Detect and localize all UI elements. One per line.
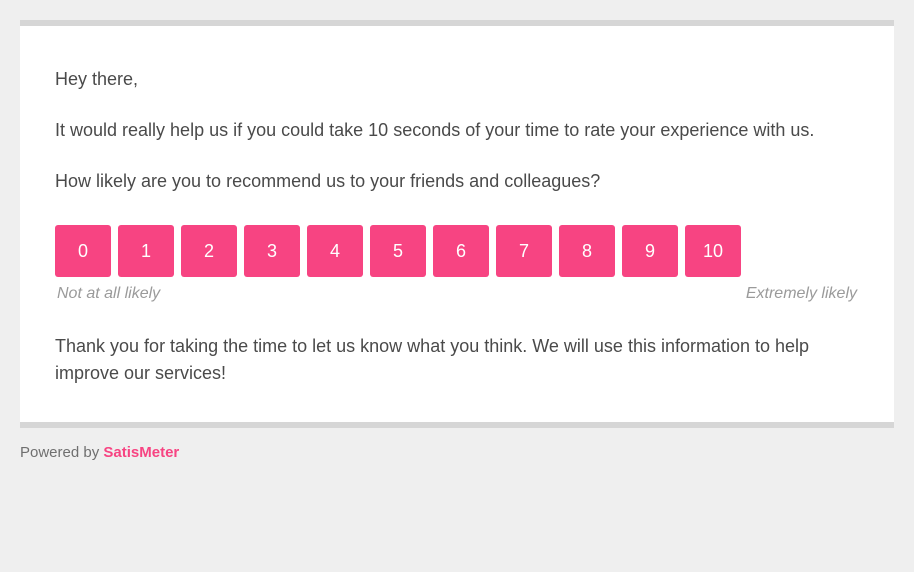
powered-by-footer: Powered by SatisMeter: [20, 428, 894, 461]
rating-button-1[interactable]: 1: [118, 225, 174, 277]
rating-button-6[interactable]: 6: [433, 225, 489, 277]
rating-labels-row: Not at all likely Extremely likely: [55, 285, 859, 303]
rating-button-5[interactable]: 5: [370, 225, 426, 277]
rating-button-7[interactable]: 7: [496, 225, 552, 277]
survey-card: Hey there, It would really help us if yo…: [20, 26, 894, 422]
survey-container: Hey there, It would really help us if yo…: [20, 20, 894, 461]
powered-by-brand-link[interactable]: SatisMeter: [103, 444, 179, 461]
powered-by-label: Powered by: [20, 444, 103, 461]
rating-button-8[interactable]: 8: [559, 225, 615, 277]
thanks-text: Thank you for taking the time to let us …: [55, 333, 859, 387]
rating-button-3[interactable]: 3: [244, 225, 300, 277]
rating-button-9[interactable]: 9: [622, 225, 678, 277]
greeting-text: Hey there,: [55, 66, 859, 93]
rating-scale: 0 1 2 3 4 5 6 7 8 9 10: [55, 225, 859, 277]
intro-text: It would really help us if you could tak…: [55, 117, 859, 144]
rating-button-10[interactable]: 10: [685, 225, 741, 277]
rating-button-2[interactable]: 2: [181, 225, 237, 277]
rating-button-0[interactable]: 0: [55, 225, 111, 277]
rating-label-high: Extremely likely: [746, 285, 857, 303]
question-text: How likely are you to recommend us to yo…: [55, 168, 859, 195]
rating-label-low: Not at all likely: [57, 285, 160, 303]
rating-button-4[interactable]: 4: [307, 225, 363, 277]
